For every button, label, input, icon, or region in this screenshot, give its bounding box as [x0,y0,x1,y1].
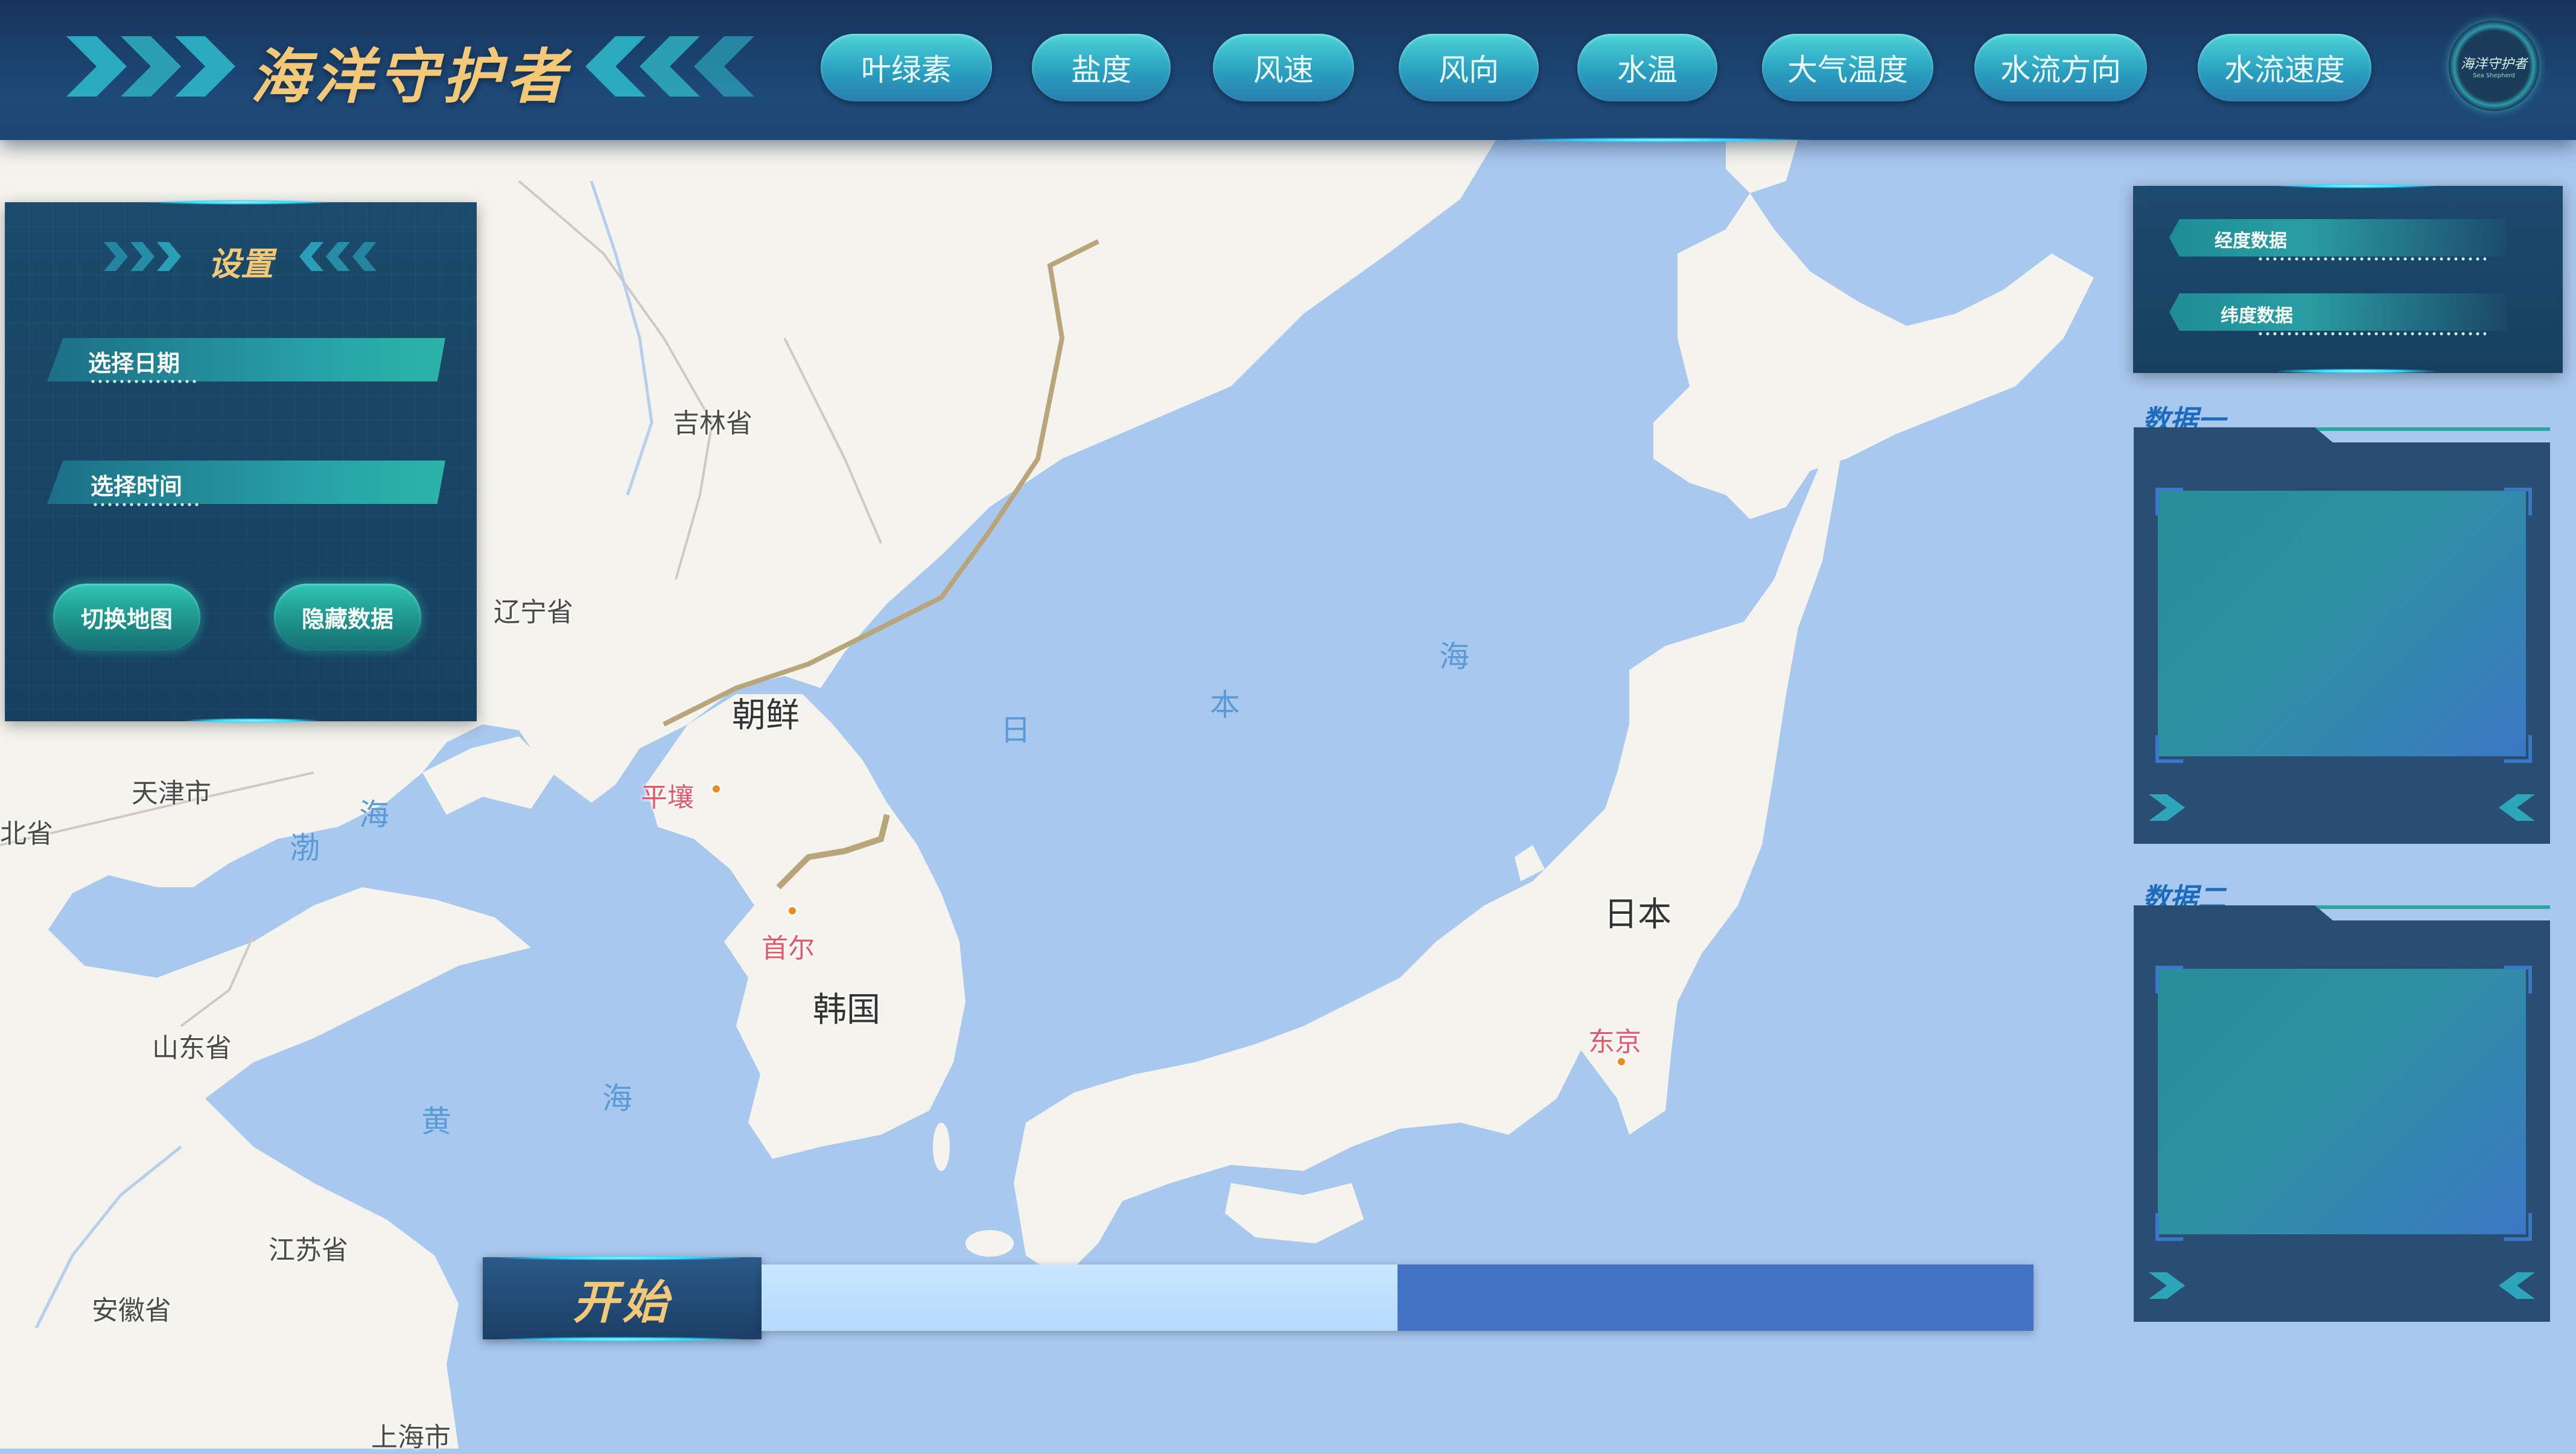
select-date-label: 选择日期 [88,350,180,377]
nav-current-speed-button[interactable]: 水流速度 [2198,34,2371,101]
corner-mark [2504,1213,2532,1241]
nav-wind-speed-button[interactable]: 风速 [1213,34,1354,101]
panel-glow [2278,183,2435,188]
map-label-jiangsu: 江苏省 [269,1235,348,1266]
nav-wind-direction-button[interactable]: 风向 [1399,34,1539,101]
data-one-content [2158,491,2526,756]
map-label-huang: 黄 [421,1104,451,1139]
map-label-tianjin: 天津市 [132,778,211,809]
map-label-seoul: 首尔 [762,933,815,964]
latitude-field[interactable] [2169,293,2507,331]
timeline-progress-fill [762,1264,1398,1331]
panel-glow [2278,369,2435,374]
logo-subtext: Sea Shepherd [2473,72,2515,79]
nav-current-direction-button[interactable]: 水流方向 [1974,34,2147,101]
map-label-japan: 日本 [1604,895,1671,934]
chevron-left-icon [2499,794,2535,821]
progress-glow [501,1337,742,1342]
progress-glow [501,1255,742,1260]
map-label-liaoning: 辽宁省 [494,597,573,628]
map-label-sea-ben: 本 [1210,687,1240,722]
corner-mark [2155,735,2183,763]
chevron-right-icon [175,36,235,97]
coordinate-panel: 经度数据 纬度数据 [2133,183,2563,374]
nav-water-temp-button[interactable]: 水温 [1577,34,1717,101]
city-dot-pyongyang [711,783,722,794]
hide-data-button[interactable]: 隐藏数据 [274,584,421,650]
panel-glow [186,718,319,723]
nav-salinity-button[interactable]: 盐度 [1032,34,1171,101]
panel-edge [2311,905,2550,909]
longitude-label: 经度数据 [2215,231,2287,252]
field-dots [92,503,200,506]
map-label-tokyo: 东京 [1588,1027,1641,1057]
chevron-left-icon [2499,1272,2535,1299]
timeline-progress-bar[interactable] [762,1264,2034,1331]
corner-mark [2504,735,2532,763]
map-label-pyongyang: 平壤 [641,782,694,813]
corner-mark [2155,1213,2183,1241]
map-label-bo: 渤 [290,831,320,866]
city-dot-seoul [787,905,798,916]
select-time-label: 选择时间 [91,473,183,500]
jeju-island [965,1230,1014,1257]
map-label-sea-ri: 日 [1000,713,1031,748]
data-two-panel [2134,905,2550,1322]
map-label-huang-hai: 海 [602,1081,632,1116]
map-label-south-korea: 韩国 [813,990,880,1030]
map-label-anhui: 安徽省 [92,1295,171,1326]
logo: 海洋守护者 Sea Shepherd [2449,21,2539,111]
map-label-hebei: 北省 [0,818,53,849]
map-label-shandong: 山东省 [152,1033,232,1063]
map-label-shanghai: 上海市 [371,1422,451,1453]
corner-mark [2155,966,2183,993]
corner-mark [2155,488,2183,515]
map-label-bo-hai: 海 [359,797,389,832]
data-two-content [2158,969,2526,1234]
chevron-right-icon [2149,794,2185,821]
field-dots [2257,257,2486,261]
chevron-right-icon [2149,1272,2185,1299]
start-label: 开始 [573,1275,672,1329]
panel-edge [2311,427,2550,431]
field-dots [2257,332,2486,336]
data-one-panel [2134,427,2550,844]
nav-air-temp-button[interactable]: 大气温度 [1762,34,1933,101]
field-dots [89,380,198,383]
city-dot-tokyo [1616,1056,1627,1067]
latitude-label: 纬度数据 [2221,305,2293,327]
map-label-north-korea: 朝鲜 [732,696,800,735]
settings-panel: 设置 选择日期 选择时间 切换地图 隐藏数据 [5,200,477,723]
logo-text: 海洋守护者 [2460,56,2527,72]
panel-glow [150,200,331,205]
map-label-jilin: 吉林省 [673,408,752,439]
start-button[interactable]: 开始 [483,1257,762,1339]
corner-mark [2504,488,2532,515]
switch-map-button[interactable]: 切换地图 [53,584,200,650]
nav-chlorophyll-button[interactable]: 叶绿素 [821,34,992,101]
settings-title: 设置 [208,244,273,283]
tsushima-island [933,1123,950,1171]
top-header: 海洋守护者 叶绿素 盐度 风速 风向 水温 大气温度 水流方向 水流速度 海洋守… [0,0,2576,142]
chevron-left-icon [694,36,754,97]
map-label-sea-hai: 海 [1439,639,1469,674]
chevron-left-icon [299,242,377,271]
corner-mark [2504,966,2532,993]
app-title: 海洋守护者 [250,42,571,112]
